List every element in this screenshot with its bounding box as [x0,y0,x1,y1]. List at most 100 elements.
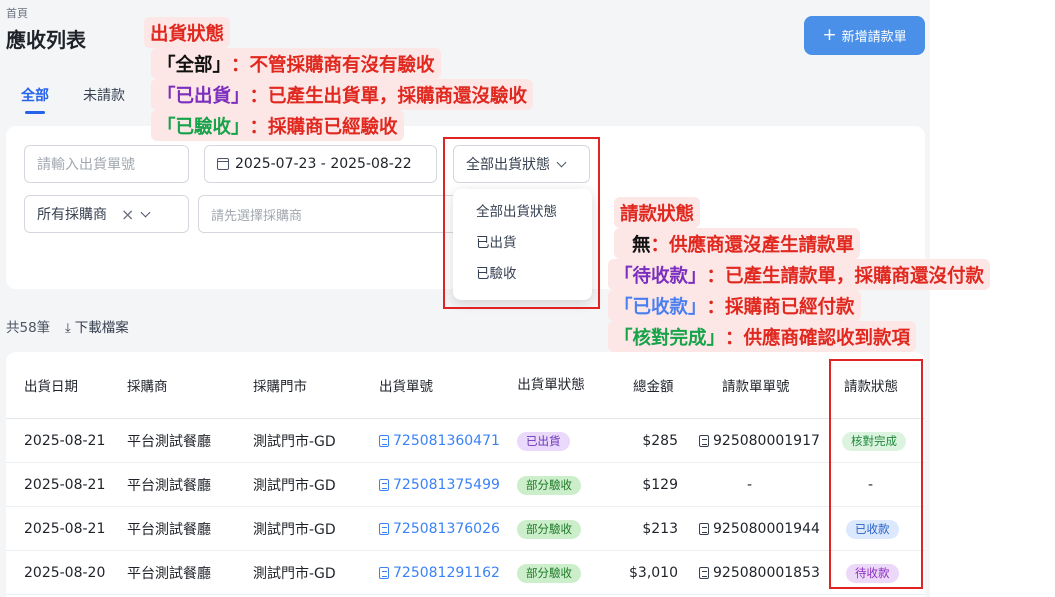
tab-not-invoiced[interactable]: 未請款 [83,85,125,105]
shipment-no-link[interactable]: 725081291162 [379,551,500,595]
annotation-key: 「核對完成」 [614,327,726,349]
annotation-text: 採購商已經付款 [725,296,855,318]
ship-date-cell: 2025-08-21 [24,477,106,493]
amount-cell: $129 [642,477,678,493]
annotation-text: 已產生出貨單，採購商還沒驗收 [268,85,528,107]
annotation-key: 無 [632,234,651,256]
tab-all[interactable]: 全部 [21,85,49,105]
column-header-invoice-no: 請款單單號 [722,379,790,395]
shipment-no-text: 725081375499 [393,477,500,493]
shipment-status-cell: 部分驗收 [517,551,581,595]
shipment-annotation-verified: 「已驗收」：採購商已經驗收 [151,110,404,141]
column-header-store: 採購門市 [253,379,307,395]
status-badge: 部分驗收 [517,475,581,495]
receivables-table: 出貨日期 採購商 採購門市 出貨單號 出貨單狀態 總金額 請款單單號 請款狀態 … [6,352,925,597]
status-badge: 已出貨 [517,431,570,451]
page-title: 應收列表 [6,28,86,52]
invoice-annotation-verified: 「核對完成」：供應商確認收到款項 [608,321,917,352]
buyer-cell: 平台測試餐廳 [127,478,211,494]
shipment-no-link[interactable]: 725081360471 [379,419,500,463]
table-row: 2025-08-20 平台測試餐廳 測試門市-GD 725081291162 部… [6,551,925,595]
column-header-shipment-no: 出貨單號 [379,379,433,395]
invoice-status-column-highlight-box [829,359,923,589]
shipment-status-cell: 部分驗收 [517,463,581,507]
status-filter-highlight-box [443,137,600,309]
annotation-text: 供應商還沒產生請款單 [669,234,855,256]
calendar-icon [217,158,229,170]
shipment-no-text: 725081376026 [393,521,500,537]
column-header-amount: 總金額 [633,379,674,395]
status-badge: 部分驗收 [517,519,581,539]
shipment-no-text: 725081291162 [393,565,500,581]
annotation-key: 「已驗收」 [157,116,250,138]
new-invoice-button[interactable]: + 新增請款單 [804,16,925,55]
amount-cell: $213 [642,521,678,537]
shipment-status-cell: 部分驗收 [517,507,581,551]
buyer-cell: 平台測試餐廳 [127,566,211,582]
chevron-down-icon [140,207,151,217]
document-icon [379,479,389,491]
table-row: 2025-08-21 平台測試餐廳 測試門市-GD 725081360471 已… [6,419,925,463]
ship-date-cell: 2025-08-20 [24,565,106,581]
annotation-separator: ： [249,85,269,107]
invoice-no-text: 925080001944 [713,521,820,537]
column-header-shipment-status: 出貨單狀態 [517,377,585,393]
table-row: 2025-08-21 平台測試餐廳 測試門市-GD 725081375499 部… [6,463,925,507]
buyer-select[interactable]: 所有採購商 × [24,195,189,233]
table-row: 2025-08-21 平台測試餐廳 測試門市-GD 725081376026 部… [6,507,925,551]
shipment-no-input[interactable]: 請輸入出貨單號 [24,145,189,183]
download-icon: ⤓ [65,321,71,336]
ship-date-cell: 2025-08-21 [24,521,106,537]
download-button[interactable]: ⤓ 下載檔案 [65,316,129,336]
amount-cell: $285 [642,433,678,449]
document-icon [699,435,709,447]
shipment-no-link[interactable]: 725081375499 [379,463,500,507]
invoice-no-text: 925080001853 [713,565,820,581]
active-tab-indicator [25,111,45,114]
annotation-text: 不管採購商有沒有驗收 [249,54,435,76]
document-icon [699,523,709,535]
document-icon [379,523,389,535]
shipment-status-cell: 已出貨 [517,419,570,463]
annotation-separator: ： [725,327,744,349]
plus-icon: + [822,25,837,45]
shipment-no-text: 725081360471 [393,433,500,449]
invoice-no-cell[interactable]: 925080001853 [699,551,820,595]
buyer-cell: 平台測試餐廳 [127,522,211,538]
invoice-annotation-pending: 「待收款」：已產生請款單，採購商還沒付款 [608,259,991,290]
document-icon [379,435,389,447]
annotation-text: 供應商確認收到款項 [743,327,911,349]
annotation-text: 已產生請款單，採購商還沒付款 [725,265,985,287]
annotation-key: 「全部」 [157,54,232,76]
document-icon [699,567,709,579]
store-select-placeholder: 請先選擇採購商 [211,208,303,224]
date-range-picker[interactable]: 2025-07-23 - 2025-08-22 [204,145,437,183]
invoice-no-cell[interactable]: 925080001917 [699,419,820,463]
buyer-select-value: 所有採購商 [37,207,107,223]
shipment-annotation-shipped: 「已出貨」：已產生出貨單，採購商還沒驗收 [151,79,534,110]
invoice-annotation-none: 無：供應商還沒產生請款單 [614,228,861,259]
total-count: 共58筆 [6,320,51,336]
shipment-no-link[interactable]: 725081376026 [379,507,500,551]
invoice-no-cell: - [747,477,753,493]
store-cell: 測試門市-GD [253,478,336,494]
breadcrumb[interactable]: 首頁 [6,5,28,21]
annotation-separator: ： [706,296,726,318]
column-header-buyer: 採購商 [127,379,168,395]
annotation-key: 「已出貨」 [157,85,250,107]
annotation-separator: ： [650,234,670,256]
invoice-no-cell[interactable]: 925080001944 [699,507,820,551]
date-range-value: 2025-07-23 - 2025-08-22 [235,156,412,172]
store-select[interactable]: 請先選擇採購商 [198,195,460,233]
shipment-no-placeholder: 請輸入出貨單號 [37,157,135,173]
download-label: 下載檔案 [74,320,129,336]
shipment-status-annotation-title: 出貨狀態 [144,17,231,48]
document-icon [379,567,389,579]
annotation-separator: ： [706,265,726,287]
new-invoice-button-label: 新增請款單 [841,30,907,45]
invoice-annotation-received: 「已收款」：採購商已經付款 [608,290,861,321]
ship-date-cell: 2025-08-21 [24,433,106,449]
annotation-key: 「已收款」 [614,296,707,318]
clear-icon[interactable]: × [121,205,134,224]
annotation-separator: ： [231,54,250,76]
